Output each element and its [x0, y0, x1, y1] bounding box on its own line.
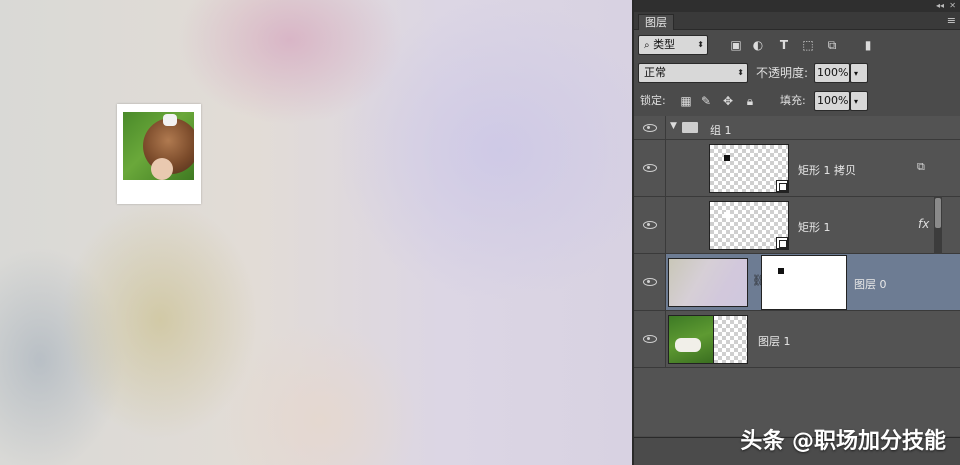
search-icon: ⌕ — [644, 40, 650, 51]
eye-icon — [643, 221, 657, 229]
blend-row: 正常 ⬍ 不透明度: 100% ▾ — [634, 61, 960, 85]
visibility-toggle[interactable] — [634, 197, 666, 253]
adjustment-filter-icon[interactable]: ◐ — [750, 37, 766, 53]
visibility-toggle[interactable] — [634, 311, 666, 367]
visibility-toggle[interactable] — [634, 116, 666, 139]
filter-kind-select[interactable]: ⌕ 类型 ⬍ — [638, 35, 708, 55]
panel-menu-icon[interactable]: ≡ — [947, 14, 956, 28]
copy-icon: ⧉ — [917, 160, 925, 173]
layer-name: 图层 1 — [758, 335, 791, 348]
vector-mask-icon — [776, 180, 788, 192]
close-icon[interactable]: ✕ — [949, 0, 956, 12]
layer-name: 组 1 — [710, 124, 732, 137]
layer-row-shape[interactable]: 矩形 1 fx — [634, 197, 960, 254]
collapse-icon[interactable]: ◂◂ — [936, 0, 944, 12]
rect-mark — [724, 155, 730, 161]
layer-thumbnail-photo — [668, 315, 714, 364]
layer-name: 矩形 1 拷贝 — [798, 164, 856, 177]
blend-mode-select[interactable]: 正常 ⬍ — [638, 63, 748, 83]
layers-scrollbar-thumb[interactable] — [935, 198, 941, 228]
smart-object-filter-icon[interactable]: ⧉ — [824, 37, 840, 53]
polaroid-photo — [123, 112, 194, 180]
lock-row: 锁定: ▦ ✎ ✥ 🔒︎ 填充: 100% ▾ — [634, 89, 960, 113]
watermark-text: 头条 @职场加分技能 — [740, 429, 946, 454]
layer-name: 图层 0 — [854, 278, 887, 291]
disclosure-triangle-icon[interactable]: ▼ — [670, 121, 677, 131]
layers-list: ▼ 组 1 矩形 1 拷贝 ⧉ 矩形 1 fx ⛓ 图层 0 图层 1 — [634, 116, 960, 436]
chevron-down-icon: ▾ — [854, 97, 859, 106]
shape-filter-icon[interactable]: ⬚ — [800, 37, 816, 53]
fx-icon[interactable]: fx — [918, 217, 929, 231]
tab-layers[interactable]: 图层 — [638, 14, 674, 30]
filter-toggle-icon[interactable]: ▮ — [860, 37, 876, 53]
polaroid-frame — [117, 104, 201, 204]
layer-row-layer1[interactable]: 图层 1 — [634, 311, 960, 368]
vector-mask-icon — [776, 237, 788, 249]
panel-topbar: ◂◂ ✕ — [634, 0, 960, 12]
spinner-icon: ⬍ — [697, 40, 704, 49]
layer-thumbnail — [668, 258, 748, 307]
opacity-dropdown-button[interactable]: ▾ — [850, 63, 868, 83]
layers-panel: ◂◂ ✕ 图层 ≡ ⌕ 类型 ⬍ ▣ ◐ T ⬚ ⧉ ▮ 正常 ⬍ 不透明度: … — [632, 0, 960, 465]
visibility-toggle[interactable] — [634, 254, 666, 310]
layer-row-group[interactable]: ▼ 组 1 — [634, 116, 960, 140]
opacity-label: 不透明度: — [756, 66, 809, 80]
layer-thumbnail — [709, 144, 789, 193]
photo-figure — [675, 338, 701, 352]
eye-icon — [643, 164, 657, 172]
eye-icon — [643, 335, 657, 343]
layer-thumbnail-transparent — [714, 315, 748, 364]
filter-kind-value: 类型 — [653, 38, 676, 51]
lock-all-icon[interactable]: 🔒︎ — [742, 93, 758, 109]
fill-label: 填充: — [780, 94, 806, 107]
filter-row: ⌕ 类型 ⬍ ▣ ◐ T ⬚ ⧉ ▮ — [634, 34, 960, 56]
layer-row-layer0[interactable]: ⛓ 图层 0 — [634, 254, 960, 311]
fill-dropdown-button[interactable]: ▾ — [850, 91, 868, 111]
rect-mark — [724, 212, 730, 218]
folder-icon — [682, 122, 698, 133]
opacity-input[interactable]: 100% — [814, 63, 850, 83]
layer-thumbnail — [709, 201, 789, 250]
lock-move-icon[interactable]: ✥ — [720, 93, 736, 109]
type-filter-icon[interactable]: T — [776, 37, 792, 53]
chevron-down-icon: ▾ — [854, 69, 859, 78]
blend-mode-value: 正常 — [644, 66, 666, 79]
lock-label: 锁定: — [640, 94, 666, 107]
lock-brush-icon[interactable]: ✎ — [698, 93, 714, 109]
fill-input[interactable]: 100% — [814, 91, 850, 111]
panel-tabbar: 图层 ≡ — [634, 12, 960, 30]
layer-row-shape-copy[interactable]: 矩形 1 拷贝 ⧉ — [634, 140, 960, 197]
rect-mark — [778, 268, 784, 274]
spinner-icon: ⬍ — [737, 68, 744, 77]
eye-icon — [643, 124, 657, 132]
visibility-toggle[interactable] — [634, 140, 666, 196]
mask-thumbnail[interactable] — [761, 255, 847, 310]
document-canvas[interactable] — [0, 0, 632, 465]
layer-name: 矩形 1 — [798, 221, 831, 234]
eye-icon — [643, 278, 657, 286]
pixel-filter-icon[interactable]: ▣ — [728, 37, 744, 53]
lock-transparency-icon[interactable]: ▦ — [678, 93, 694, 109]
